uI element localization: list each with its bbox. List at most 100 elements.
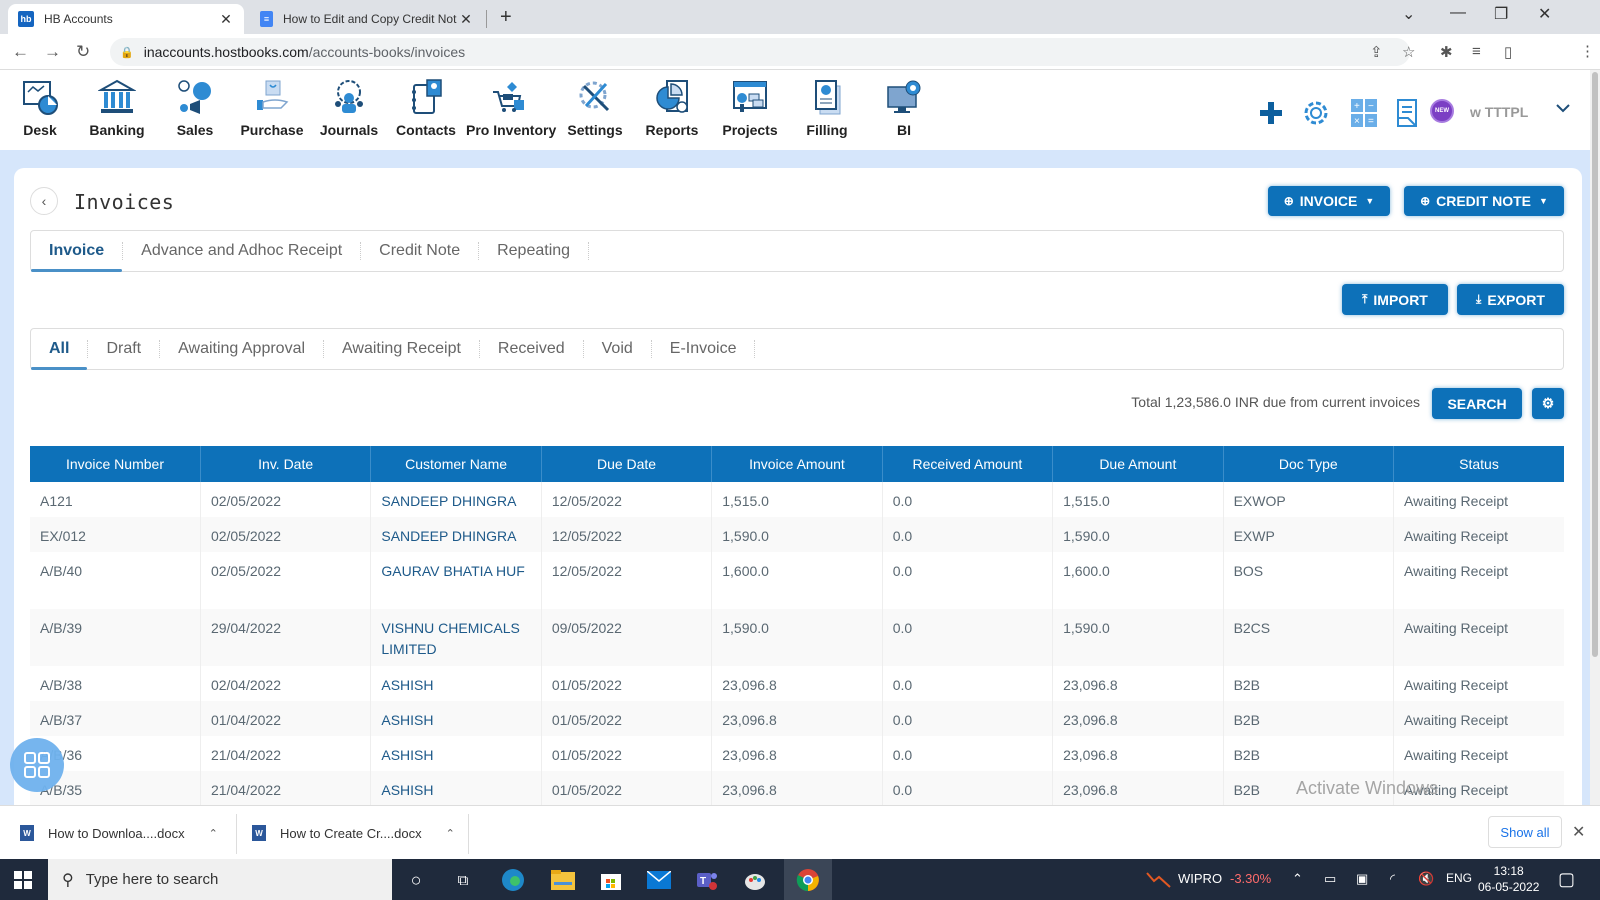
nav-reports[interactable]: Reports: [632, 78, 712, 138]
org-name[interactable]: w TTTPL: [1470, 104, 1528, 120]
browser-tab-hb-accounts[interactable]: hb HB Accounts ✕: [8, 4, 244, 34]
task-view-icon[interactable]: ⧉: [450, 867, 476, 893]
tray-chevron-up-icon[interactable]: ⌃: [1292, 871, 1303, 887]
edge-icon[interactable]: [500, 867, 526, 893]
bookmark-star-icon[interactable]: ☆: [1402, 43, 1415, 61]
meet-now-icon[interactable]: ▭: [1324, 871, 1336, 887]
cell-invoice-number[interactable]: EX/012: [30, 517, 201, 552]
nav-projects[interactable]: Projects: [710, 78, 790, 138]
mail-icon[interactable]: [646, 867, 672, 893]
table-row[interactable]: A/B/39 29/04/2022 VISHNU CHEMICALS LIMITED…: [30, 609, 1564, 666]
import-button[interactable]: ⤒ IMPORT: [1342, 284, 1448, 315]
cell-customer-name[interactable]: SANDEEP DHINGRA: [370, 517, 542, 552]
url-input[interactable]: 🔒 inaccounts.hostbooks.com/accounts-book…: [110, 38, 1410, 66]
cell-customer-name[interactable]: ASHISH: [370, 701, 542, 736]
cell-customer-name[interactable]: SANDEEP DHINGRA: [370, 482, 542, 517]
table-row[interactable]: A/B/38 02/04/2022 ASHISH 01/05/2022 23,096.8…: [30, 666, 1564, 701]
nav-banking[interactable]: Banking: [77, 78, 157, 138]
media-queue-icon[interactable]: ≡: [1472, 43, 1481, 60]
cell-invoice-number[interactable]: A/B/39: [30, 609, 201, 666]
download-item[interactable]: W How to Downloa....docx ⌃: [20, 806, 218, 860]
nav-contacts[interactable]: Contacts: [386, 78, 466, 138]
new-tab-icon[interactable]: +: [500, 6, 512, 29]
nav-bi[interactable]: BI: [864, 78, 944, 138]
col-due-date[interactable]: Due Date: [541, 446, 713, 482]
quick-add-icon[interactable]: [1258, 100, 1284, 131]
nav-desk[interactable]: Desk: [0, 78, 80, 138]
table-row[interactable]: EX/012 02/05/2022 SANDEEP DHINGRA 12/05/202…: [30, 517, 1564, 552]
paint-icon[interactable]: [742, 867, 768, 893]
table-settings-button[interactable]: ⚙: [1532, 388, 1564, 419]
cell-customer-name[interactable]: ASHISH: [370, 771, 542, 806]
battery-icon[interactable]: ▣: [1356, 871, 1368, 887]
col-invoice-amount[interactable]: Invoice Amount: [711, 446, 883, 482]
table-row[interactable]: A/B/40 02/05/2022 GAURAV BHATIA HUF 12/05/2…: [30, 552, 1564, 609]
table-row[interactable]: A/B/3621/04/2022ASHISH01/05/202223,096.8…: [30, 736, 1564, 771]
cell-invoice-number[interactable]: A/B/37: [30, 701, 201, 736]
cell-invoice-number[interactable]: A/B/40: [30, 552, 201, 609]
browser-menu-icon[interactable]: ⋮: [1580, 42, 1595, 60]
share-icon[interactable]: ⇪: [1370, 43, 1383, 61]
maximize-icon[interactable]: ❐: [1494, 4, 1508, 24]
reload-icon[interactable]: ↻: [76, 42, 90, 62]
tab-repeating[interactable]: Repeating: [479, 231, 588, 271]
search-button[interactable]: SEARCH: [1432, 388, 1522, 419]
extensions-puzzle-icon[interactable]: ✱: [1440, 43, 1453, 61]
chevron-up-icon[interactable]: ⌃: [446, 827, 455, 840]
col-status[interactable]: Status: [1393, 446, 1564, 482]
side-panel-icon[interactable]: ▯: [1504, 43, 1512, 61]
col-doc-type[interactable]: Doc Type: [1223, 446, 1395, 482]
nav-sales[interactable]: Sales: [155, 78, 235, 138]
nav-purchase[interactable]: Purchase: [232, 78, 312, 138]
tab-advance-adhoc-receipt[interactable]: Advance and Adhoc Receipt: [123, 231, 360, 271]
close-tab-icon[interactable]: ✕: [218, 11, 234, 28]
filter-draft[interactable]: Draft: [88, 329, 159, 369]
cortana-icon[interactable]: ○: [403, 867, 429, 893]
col-received-amount[interactable]: Received Amount: [882, 446, 1054, 482]
page-scrollbar[interactable]: [1590, 70, 1600, 805]
close-download-shelf-icon[interactable]: ✕: [1572, 822, 1585, 842]
apps-grid-fab[interactable]: [10, 738, 64, 792]
tab-search-chevron-icon[interactable]: ⌄: [1402, 4, 1415, 24]
close-tab-icon[interactable]: ✕: [458, 11, 474, 28]
language-indicator[interactable]: ENG: [1446, 871, 1472, 885]
cell-invoice-number[interactable]: A/B/38: [30, 666, 201, 701]
notes-icon[interactable]: [1396, 98, 1418, 133]
nav-settings[interactable]: Settings: [555, 78, 635, 138]
cell-customer-name[interactable]: ASHISH: [370, 736, 542, 771]
export-button[interactable]: ⤓ EXPORT: [1457, 284, 1564, 315]
system-clock[interactable]: 13:18 06-05-2022: [1478, 863, 1539, 895]
cell-invoice-number[interactable]: A121: [30, 482, 201, 517]
new-credit-note-button[interactable]: ⊕ CREDIT NOTE ▼: [1404, 186, 1564, 216]
taskbar-search-input[interactable]: ⚲ Type here to search: [48, 859, 392, 900]
tab-credit-note[interactable]: Credit Note: [361, 231, 478, 271]
org-chevron-down-icon[interactable]: [1556, 100, 1570, 116]
col-due-amount[interactable]: Due Amount: [1052, 446, 1224, 482]
col-inv-date[interactable]: Inv. Date: [200, 446, 372, 482]
chevron-up-icon[interactable]: ⌃: [209, 827, 218, 840]
filter-all[interactable]: All: [31, 329, 88, 370]
nav-filling[interactable]: Filling: [787, 78, 867, 138]
windows-start-icon[interactable]: [14, 871, 32, 889]
col-customer-name[interactable]: Customer Name: [370, 446, 542, 482]
volume-muted-icon[interactable]: 🔇: [1418, 871, 1434, 887]
new-invoice-button[interactable]: ⊕ INVOICE ▼: [1268, 186, 1390, 216]
cell-customer-name[interactable]: ASHISH: [370, 666, 542, 701]
notification-center-icon[interactable]: ▢: [1558, 869, 1575, 890]
close-window-icon[interactable]: ✕: [1538, 4, 1551, 24]
cell-customer-name[interactable]: VISHNU CHEMICALS LIMITED: [370, 609, 542, 666]
show-all-downloads-button[interactable]: Show all: [1488, 816, 1562, 848]
filter-received[interactable]: Received: [480, 329, 583, 369]
filter-e-invoice[interactable]: E-Invoice: [652, 329, 755, 369]
stock-ticker[interactable]: WIPRO: [1178, 871, 1222, 886]
col-invoice-number[interactable]: Invoice Number: [30, 446, 201, 482]
wifi-icon[interactable]: ◜: [1390, 871, 1395, 887]
forward-arrow-icon[interactable]: →: [44, 42, 61, 62]
nav-journals[interactable]: Journals: [309, 78, 389, 138]
chrome-icon[interactable]: [795, 867, 821, 893]
back-button[interactable]: ‹: [30, 187, 58, 215]
browser-tab-docs[interactable]: ≡ How to Edit and Copy Credit Not ✕: [250, 4, 484, 34]
filter-awaiting-receipt[interactable]: Awaiting Receipt: [324, 329, 479, 369]
new-badge-icon[interactable]: NEW: [1430, 99, 1454, 123]
filter-void[interactable]: Void: [584, 329, 651, 369]
